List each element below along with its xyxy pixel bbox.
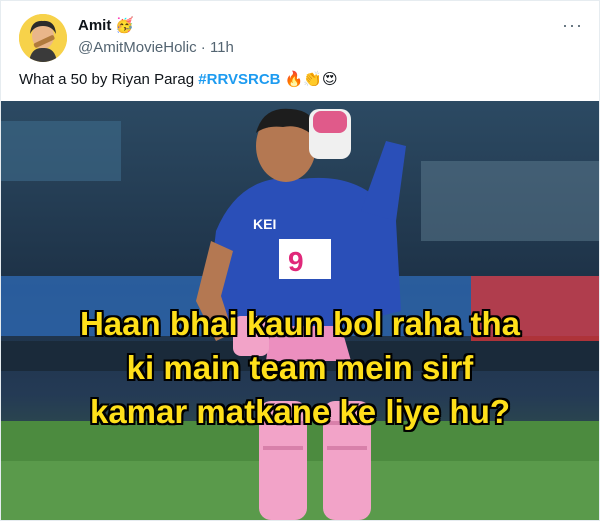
author-name-row: Amit 🥳 [78,16,135,35]
jersey-sponsor: 9 [288,246,304,277]
meme-caption-line-2: ki main team mein sirf [126,349,474,386]
tweet-time[interactable]: 11h [210,39,234,56]
tweet-body: What a 50 by Riyan Parag [19,71,199,88]
meme-caption-line-3: kamar matkane ke liye hu? [89,393,511,430]
avatar[interactable] [19,14,67,62]
avatar-illustration [19,14,67,62]
more-options-icon[interactable]: ··· [562,15,583,36]
hashtag-link[interactable]: #RRVSRCB [198,71,280,88]
meta-separator: · [200,39,206,56]
jersey-logo: KEI [253,216,276,232]
author-name[interactable]: Amit [78,17,111,34]
meme-caption-line-1: Haan bhai kaun bol raha tha [79,305,521,342]
author-handle[interactable]: @AmitMovieHolic [78,39,197,56]
tweet-text: What a 50 by Riyan Parag #RRVSRCB 🔥👏😍 [19,70,338,88]
tweet-card[interactable]: Amit 🥳 @AmitMovieHolic · 11h ··· What a … [0,0,600,521]
party-face-emoji: 🥳 [115,17,135,34]
author-meta: @AmitMovieHolic · 11h [78,39,234,56]
tweet-media-image[interactable]: 9 KEI Haan bhai kaun bol raha tha ki mai… [1,101,599,520]
tweet-emojis: 🔥👏😍 [284,71,338,88]
